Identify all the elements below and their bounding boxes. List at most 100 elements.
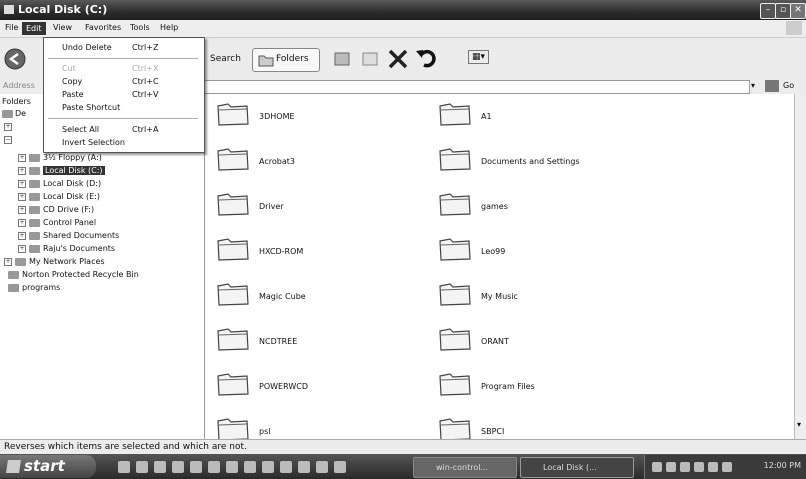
folders-button[interactable]: Folders <box>252 48 320 72</box>
tree-expander[interactable]: + <box>18 153 26 162</box>
tree-expander[interactable]: + <box>18 166 26 175</box>
tree-item-control-panel[interactable]: + Control Panel <box>18 218 96 227</box>
tree-expander[interactable]: + <box>18 218 26 227</box>
tree-expander[interactable]: + <box>18 179 26 188</box>
title-bar[interactable]: Local Disk (C:) – ▫ ✕ <box>0 0 806 20</box>
menu-item-cut[interactable]: Cut <box>62 64 76 73</box>
search-button[interactable]: Search <box>210 54 241 64</box>
tree-expander[interactable]: + <box>4 257 12 266</box>
tray-icon[interactable] <box>666 462 676 472</box>
tray-icon[interactable] <box>708 462 718 472</box>
menu-item-undo-delete[interactable]: Undo Delete <box>62 43 112 52</box>
tree-expander[interactable]: + <box>18 231 26 240</box>
quicklaunch-icon[interactable] <box>316 461 328 473</box>
quicklaunch-icon[interactable] <box>298 461 310 473</box>
minimize-button[interactable]: – <box>760 3 776 19</box>
status-text: Reverses which items are selected and wh… <box>4 442 247 452</box>
quicklaunch-icon[interactable] <box>244 461 256 473</box>
menu-edit[interactable]: Edit <box>22 22 46 35</box>
menu-item-select-all[interactable]: Select All <box>62 125 99 134</box>
file-name: Magic Cube <box>259 292 306 301</box>
quicklaunch-icon[interactable] <box>154 461 166 473</box>
tree-expander[interactable]: + <box>18 244 26 253</box>
tray-icon[interactable] <box>694 462 704 472</box>
menu-bar: File Edit View Favorites Tools Help <box>0 20 806 38</box>
tray-icon[interactable] <box>652 462 662 472</box>
menu-help[interactable]: Help <box>160 23 178 32</box>
quicklaunch-icon[interactable] <box>262 461 274 473</box>
quicklaunch-icon[interactable] <box>334 461 346 473</box>
move-to-icon[interactable] <box>333 49 353 69</box>
folder-icon <box>439 103 471 126</box>
vertical-scrollbar[interactable]: ▾ <box>794 94 806 439</box>
file-name: POWERWCD <box>259 382 308 391</box>
tray-icon[interactable] <box>680 462 690 472</box>
menu-item-paste-shortcut[interactable]: Paste Shortcut <box>62 103 120 112</box>
shortcut-paste: Ctrl+V <box>132 90 159 99</box>
tree-item-desktop-partial[interactable]: De <box>2 109 26 118</box>
tree-item-label: Local Disk (E:) <box>43 192 100 201</box>
file-list-pane: 3DHOME A1 Acrobat3 Documents and Settings Dr… <box>205 94 794 439</box>
file-name: Driver <box>259 202 284 211</box>
quicklaunch-icon[interactable] <box>136 461 148 473</box>
go-button[interactable]: Go <box>783 81 794 90</box>
tree-item-rajus-documents[interactable]: + Raju's Documents <box>18 244 115 253</box>
floppy-icon <box>29 153 40 162</box>
go-arrow-icon[interactable] <box>765 80 779 92</box>
folder-icon <box>439 193 471 216</box>
tree-item-cd-drive[interactable]: + CD Drive (F:) <box>18 205 94 214</box>
folder-icon <box>217 373 249 396</box>
address-dropdown-icon[interactable]: ▾ <box>751 81 755 90</box>
maximize-button[interactable]: ▫ <box>775 3 791 19</box>
scroll-down-icon[interactable]: ▾ <box>797 420 801 429</box>
quicklaunch-icon[interactable] <box>190 461 202 473</box>
taskbar-task-win-control[interactable]: win-control... <box>413 457 517 478</box>
tree-expander[interactable]: − <box>4 136 12 144</box>
quicklaunch-icon[interactable] <box>208 461 220 473</box>
tree-item-floppy[interactable]: + 3½ Floppy (A:) <box>18 153 102 162</box>
tree-item-local-disk-c[interactable]: + Local Disk (C:) <box>18 166 105 175</box>
menu-view[interactable]: View <box>53 23 72 32</box>
quicklaunch-icon[interactable] <box>118 461 130 473</box>
menu-file[interactable]: File <box>5 23 18 32</box>
menu-item-copy[interactable]: Copy <box>62 77 82 86</box>
tree-expander[interactable]: + <box>4 123 12 131</box>
start-label: start <box>24 457 65 475</box>
folder-icon <box>29 231 40 240</box>
quicklaunch-icon[interactable] <box>172 461 184 473</box>
tree-item-label: programs <box>22 283 61 292</box>
menu-tools[interactable]: Tools <box>130 23 150 32</box>
delete-icon[interactable] <box>387 48 409 70</box>
task-label: Local Disk (... <box>543 463 597 472</box>
folder-icon <box>439 418 471 439</box>
address-label: Address <box>3 81 35 90</box>
close-button[interactable]: ✕ <box>790 3 806 19</box>
quicklaunch-icon[interactable] <box>280 461 292 473</box>
copy-to-icon[interactable] <box>361 49 381 69</box>
menu-favorites[interactable]: Favorites <box>85 23 121 32</box>
file-name: NCDTREE <box>259 337 298 346</box>
tree-item-shared-documents[interactable]: + Shared Documents <box>18 231 119 240</box>
folder-icon <box>217 418 249 439</box>
file-name: SBPCI <box>481 427 505 436</box>
taskbar-task-local-disk[interactable]: Local Disk (... <box>520 457 634 478</box>
tree-expander[interactable]: + <box>18 205 26 214</box>
undo-icon[interactable] <box>415 47 439 69</box>
tree-item-recycle-bin[interactable]: Norton Protected Recycle Bin <box>8 270 139 279</box>
tree-item-programs[interactable]: programs <box>8 283 60 292</box>
back-arrow-icon[interactable] <box>4 48 26 70</box>
menu-item-paste[interactable]: Paste <box>62 90 84 99</box>
tree-item-local-disk-d[interactable]: + Local Disk (D:) <box>18 179 101 188</box>
window-title: Local Disk (C:) <box>18 3 108 16</box>
tree-item-local-disk-e[interactable]: + Local Disk (E:) <box>18 192 100 201</box>
folder-icon <box>217 238 249 261</box>
start-button[interactable]: start <box>0 455 96 478</box>
tree-item-label: Shared Documents <box>43 231 120 240</box>
tree-expander[interactable]: + <box>18 192 26 201</box>
folder-icon <box>217 283 249 306</box>
menu-item-invert-selection[interactable]: Invert Selection <box>62 138 125 147</box>
views-button[interactable]: ▦▾ <box>468 50 490 64</box>
tray-icon[interactable] <box>722 462 732 472</box>
quicklaunch-icon[interactable] <box>226 461 238 473</box>
tree-item-my-network-places[interactable]: + My Network Places <box>4 257 105 266</box>
